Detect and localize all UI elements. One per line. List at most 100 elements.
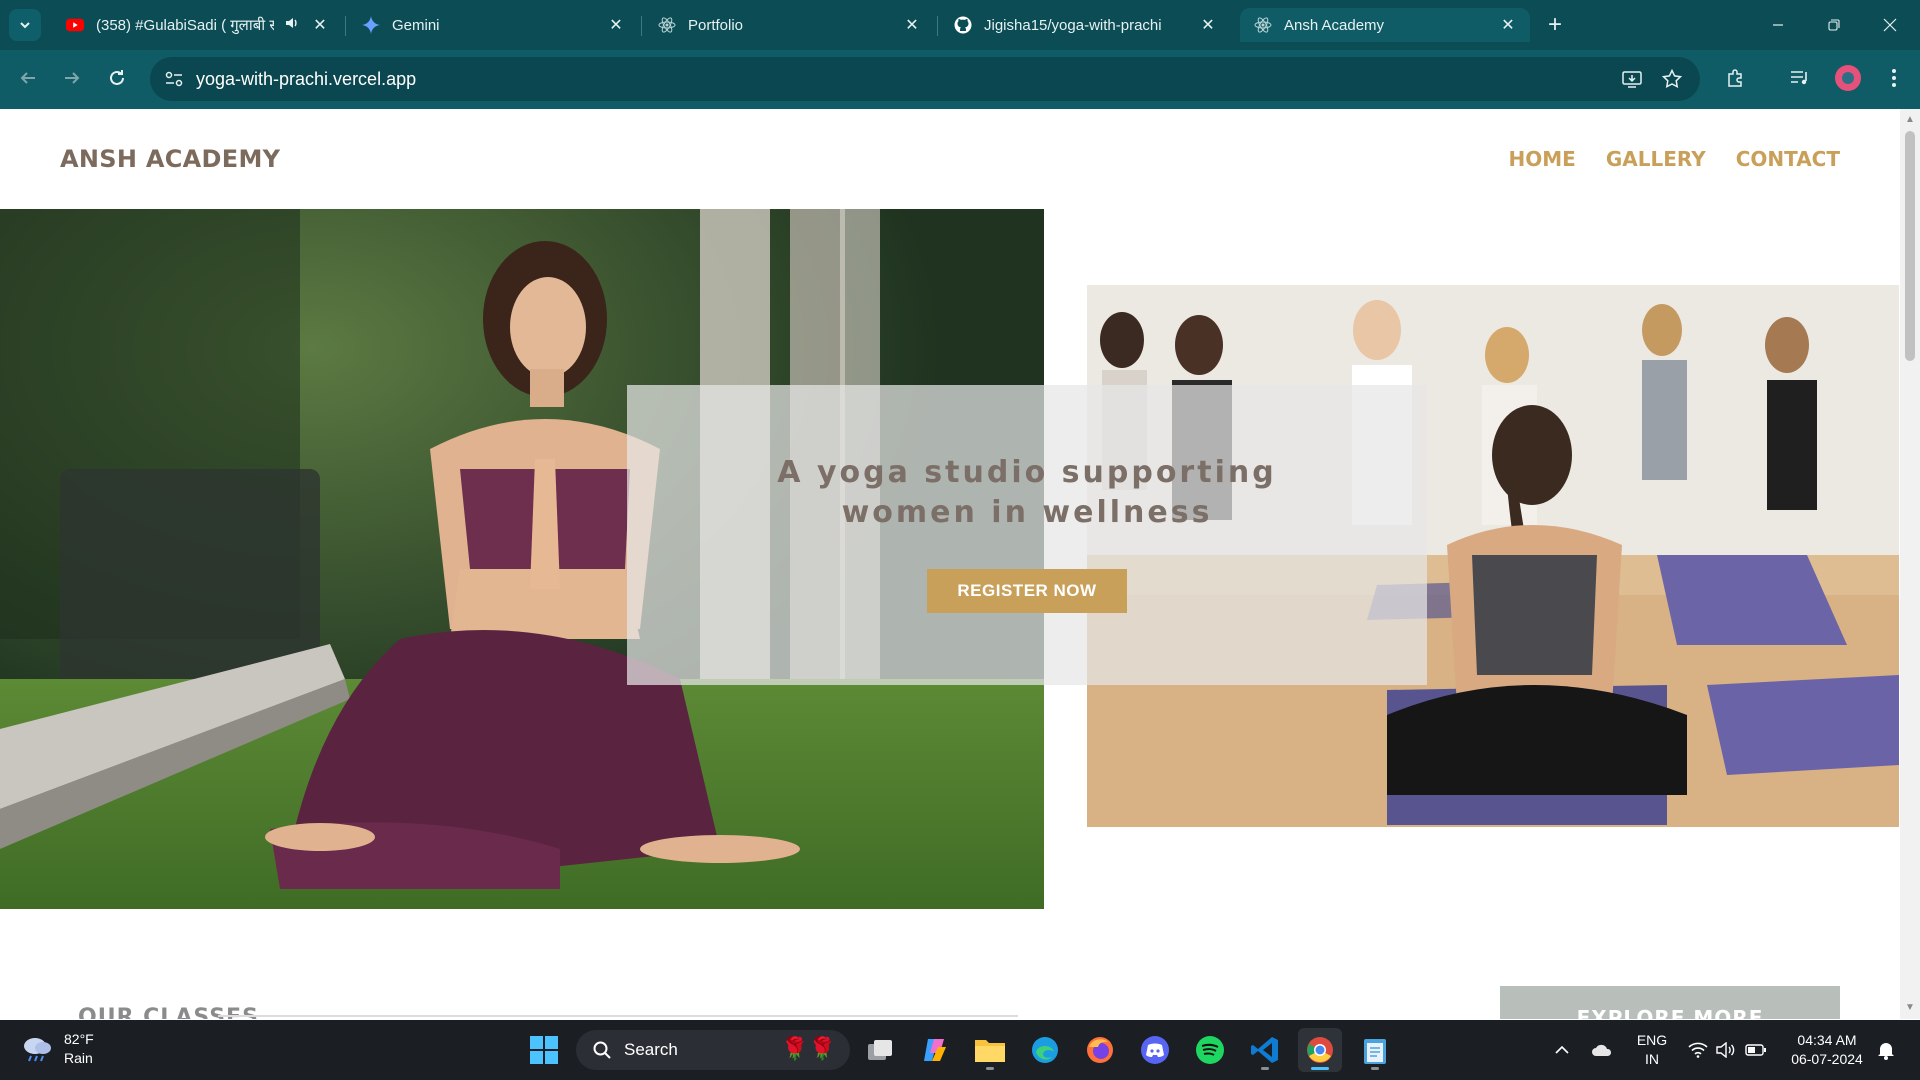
browser-toolbar: yoga-with-prachi.vercel.app	[0, 50, 1920, 109]
taskbar-app-spotify[interactable]	[1188, 1028, 1232, 1072]
running-indicator	[1261, 1067, 1269, 1070]
taskbar-app-discord[interactable]	[1133, 1028, 1177, 1072]
reload-icon	[110, 70, 124, 85]
register-now-button[interactable]: REGISTER NOW	[927, 569, 1127, 613]
nav-contact[interactable]: CONTACT	[1736, 147, 1840, 171]
minimize-icon	[1773, 24, 1783, 26]
page-scrollbar[interactable]: ▲ ▼	[1900, 109, 1920, 1019]
hero-overlay-card: A yoga studio supporting women in wellne…	[627, 385, 1427, 685]
nav-home[interactable]: HOME	[1509, 147, 1576, 171]
weather-desc: Rain	[64, 1050, 93, 1066]
search-placeholder: Search	[624, 1040, 678, 1059]
profile-avatar[interactable]	[1835, 65, 1861, 91]
install-app-icon[interactable]	[1618, 65, 1646, 93]
scroll-down-arrow-icon[interactable]: ▼	[1905, 1003, 1915, 1013]
arrow-left-icon	[20, 72, 35, 84]
main-nav: HOME GALLERY CONTACT	[1509, 147, 1840, 171]
close-tab-icon[interactable]: ✕	[1498, 15, 1518, 35]
tab-github[interactable]: Jigisha15/yoga-with-prachi ✕	[940, 8, 1230, 42]
close-icon	[1883, 18, 1897, 32]
hero-heading: A yoga studio supporting women in wellne…	[627, 453, 1427, 533]
vscode-icon	[1251, 1037, 1278, 1063]
taskbar-app-chrome[interactable]	[1298, 1028, 1342, 1072]
start-button[interactable]	[522, 1028, 566, 1072]
clock[interactable]: 04:34 AM 06-07-2024	[1782, 1031, 1872, 1069]
task-view-button[interactable]	[858, 1028, 902, 1072]
taskbar-app-file-explorer[interactable]	[968, 1028, 1012, 1072]
wifi-icon[interactable]	[1686, 1038, 1710, 1062]
task-view-icon	[868, 1040, 892, 1060]
tab-title: Portfolio	[688, 16, 744, 34]
media-controls-icon[interactable]	[1784, 62, 1816, 94]
hero-heading-line: A yoga studio supporting	[777, 455, 1277, 490]
windows-taskbar: 82°F Rain Search 🌹🌹 ENG IN 04:34 AM 06-0…	[0, 1020, 1920, 1080]
spotify-icon	[1196, 1036, 1224, 1064]
tab-youtube[interactable]: (358) #GulabiSadi ( गुलाबी सा ✕	[52, 8, 342, 42]
tab-title: (358) #GulabiSadi ( गुलाबी सा	[96, 17, 274, 34]
site-info-icon[interactable]	[160, 65, 188, 93]
chrome-icon	[1307, 1037, 1333, 1063]
bookmark-star-icon[interactable]	[1658, 65, 1686, 93]
windows-logo-icon	[530, 1036, 558, 1064]
address-bar[interactable]: yoga-with-prachi.vercel.app	[150, 57, 1700, 101]
scrollbar-thumb[interactable]	[1905, 131, 1915, 361]
tab-ansh-academy[interactable]: Ansh Academy ✕	[1240, 8, 1530, 42]
taskbar-app-firefox[interactable]	[1078, 1028, 1122, 1072]
restore-button[interactable]	[1806, 0, 1862, 50]
youtube-icon	[66, 16, 84, 34]
clock-date: 06-07-2024	[1791, 1051, 1863, 1067]
tab-title: Ansh Academy	[1284, 16, 1385, 34]
taskbar-app-vscode[interactable]	[1243, 1028, 1287, 1072]
browser-menu-icon[interactable]	[1878, 62, 1910, 94]
copilot-icon	[924, 1039, 946, 1061]
hero-heading-line: women in wellness	[841, 495, 1213, 530]
taskbar-app-copilot[interactable]	[913, 1028, 957, 1072]
region-code: IN	[1645, 1051, 1659, 1067]
url-text[interactable]: yoga-with-prachi.vercel.app	[196, 69, 416, 90]
react-icon	[1254, 16, 1272, 34]
running-indicator	[1371, 1067, 1379, 1070]
arrow-right-icon	[65, 72, 80, 84]
onedrive-cloud-icon[interactable]	[1590, 1038, 1614, 1062]
clock-time: 04:34 AM	[1797, 1032, 1857, 1048]
browser-tab-strip: (358) #GulabiSadi ( गुलाबी सा ✕ Gemini ✕…	[0, 0, 1920, 50]
tab-search-button[interactable]	[9, 9, 41, 41]
language-indicator[interactable]: ENG IN	[1632, 1031, 1672, 1069]
tab-divider	[937, 16, 938, 36]
scroll-up-arrow-icon[interactable]: ▲	[1905, 115, 1915, 125]
gemini-icon	[362, 16, 380, 34]
taskbar-app-edge[interactable]	[1023, 1028, 1067, 1072]
close-tab-icon[interactable]: ✕	[310, 15, 330, 35]
nav-gallery[interactable]: GALLERY	[1606, 147, 1706, 171]
site-logo[interactable]: ANSH ACADEMY	[60, 145, 280, 173]
back-button[interactable]	[10, 60, 46, 96]
tab-title: Gemini	[392, 16, 440, 34]
forward-button[interactable]	[54, 60, 90, 96]
reload-button[interactable]	[99, 60, 135, 96]
language-code: ENG	[1636, 1032, 1668, 1048]
tab-portfolio[interactable]: Portfolio ✕	[644, 8, 934, 42]
minimize-button[interactable]	[1750, 0, 1806, 50]
close-tab-icon[interactable]: ✕	[902, 15, 922, 35]
explore-more-button[interactable]: EXPLORE MORE	[1500, 986, 1840, 1019]
github-icon	[954, 16, 972, 34]
chevron-down-icon	[20, 22, 30, 29]
chevron-up-icon[interactable]	[1550, 1038, 1574, 1062]
close-window-button[interactable]	[1862, 0, 1918, 50]
close-tab-icon[interactable]: ✕	[1198, 15, 1218, 35]
new-tab-button[interactable]: +	[1541, 11, 1569, 39]
discord-icon	[1141, 1036, 1169, 1064]
speaker-icon[interactable]	[284, 15, 300, 35]
tab-gemini[interactable]: Gemini ✕	[348, 8, 638, 42]
folder-icon	[975, 1040, 1005, 1062]
taskbar-app-notepad[interactable]	[1353, 1028, 1397, 1072]
close-tab-icon[interactable]: ✕	[606, 15, 626, 35]
battery-icon[interactable]	[1744, 1038, 1768, 1062]
volume-icon[interactable]	[1714, 1038, 1738, 1062]
weather-widget[interactable]: 82°F Rain	[20, 1030, 94, 1068]
extensions-icon[interactable]	[1720, 62, 1752, 94]
notification-bell-icon[interactable]	[1874, 1038, 1898, 1062]
firefox-icon	[1087, 1037, 1113, 1063]
section-divider	[218, 1015, 1018, 1017]
taskbar-search-box[interactable]: Search 🌹🌹	[576, 1030, 850, 1070]
